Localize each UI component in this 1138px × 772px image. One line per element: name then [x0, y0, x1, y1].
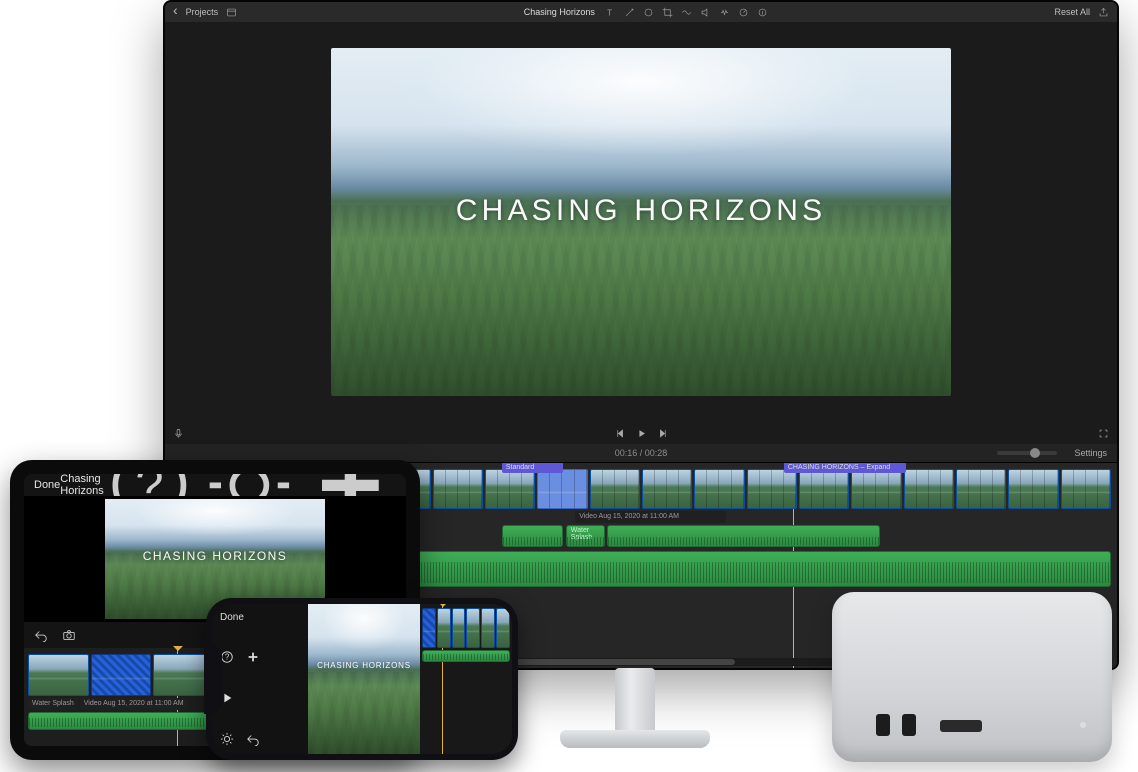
- play-icon[interactable]: [636, 428, 647, 439]
- title-clip[interactable]: Standard: [502, 462, 563, 473]
- share-icon[interactable]: [1098, 7, 1109, 18]
- audio-track: [422, 650, 510, 662]
- clip-label-row: Water SplashVideo Aug 15, 2020 at 11:00 …: [28, 698, 188, 710]
- sd-card-slot: [940, 720, 982, 732]
- noise-tool-icon[interactable]: [719, 7, 730, 18]
- title-tool-icon[interactable]: T: [605, 7, 616, 18]
- undo-icon[interactable]: [34, 628, 48, 642]
- camera-icon[interactable]: [62, 628, 76, 642]
- preview-frame[interactable]: CHASING HORIZONS: [331, 48, 951, 396]
- prev-icon[interactable]: [615, 428, 626, 439]
- project-title: Chasing Horizons: [524, 7, 595, 17]
- library-icon[interactable]: [226, 7, 237, 18]
- usb-c-port-2: [902, 714, 916, 736]
- ipad-titlebar: Done Chasing Horizons ?: [24, 474, 406, 496]
- speed-tool-icon[interactable]: [738, 7, 749, 18]
- mac-toolbar: T: [605, 7, 768, 18]
- video-clip[interactable]: [452, 608, 466, 648]
- settings-button[interactable]: Settings: [1074, 448, 1107, 458]
- iphone-viewer[interactable]: CHASING HORIZONS: [308, 604, 420, 754]
- monitor-stand: [560, 668, 710, 758]
- video-clip[interactable]: [437, 608, 451, 648]
- play-icon[interactable]: [220, 691, 234, 705]
- music-clip[interactable]: [422, 650, 510, 662]
- mac-viewer: CHASING HORIZONS: [165, 22, 1117, 422]
- done-button[interactable]: Done: [220, 612, 244, 623]
- preview-title-overlay: CHASING HORIZONS: [331, 194, 951, 228]
- video-clip[interactable]: [422, 608, 436, 648]
- wand-icon[interactable]: [624, 7, 635, 18]
- volume-tool-icon[interactable]: [700, 7, 711, 18]
- video-clip[interactable]: [496, 608, 510, 648]
- expand-icon[interactable]: [1098, 428, 1109, 439]
- help-icon[interactable]: ?: [220, 650, 234, 664]
- iphone-timeline[interactable]: [420, 604, 512, 754]
- preview-title-overlay: CHASING HORIZONS: [105, 549, 325, 563]
- iphone-left-panel: Done ?: [212, 604, 308, 754]
- audio-clip[interactable]: [607, 525, 880, 547]
- audio-clip[interactable]: [502, 525, 563, 547]
- back-projects-button[interactable]: Projects: [186, 7, 219, 17]
- power-led: [1080, 722, 1086, 728]
- clip-label: Water Splash: [28, 698, 78, 710]
- stabilize-icon[interactable]: [681, 7, 692, 18]
- zoom-slider[interactable]: [997, 451, 1057, 455]
- title-clip[interactable]: CHASING HORIZONS – Expand: [784, 462, 906, 473]
- info-tool-icon[interactable]: [757, 7, 768, 18]
- video-track: [422, 608, 510, 648]
- reset-all-button[interactable]: Reset All: [1054, 7, 1090, 17]
- plus-icon[interactable]: [246, 650, 260, 664]
- svg-text:?: ?: [225, 653, 230, 662]
- mac-studio-device: [832, 592, 1112, 762]
- imovie-iphone-window: Done ? CHASING HORIZONS: [212, 604, 512, 754]
- done-button[interactable]: Done: [34, 479, 60, 491]
- color-tool-icon[interactable]: [643, 7, 654, 18]
- audio-clip[interactable]: Water Splash: [566, 525, 605, 547]
- timecode-total: 00:28: [645, 448, 668, 458]
- mic-icon[interactable]: [173, 428, 184, 439]
- crop-tool-icon[interactable]: [662, 7, 673, 18]
- preview-landscape-image: [308, 604, 420, 754]
- clip-label: Video Aug 15, 2020 at 11:00 AM: [575, 511, 725, 523]
- timecode-current: 00:16: [615, 448, 638, 458]
- iphone-device: Done ? CHASING HORIZONS: [206, 598, 518, 760]
- svg-text:T: T: [607, 8, 612, 17]
- video-clip[interactable]: [28, 654, 89, 696]
- back-chevron-icon[interactable]: [173, 7, 178, 17]
- preview-title-overlay: CHASING HORIZONS: [308, 661, 420, 670]
- mac-transport-bar: [165, 422, 1117, 444]
- video-clip[interactable]: [481, 608, 495, 648]
- video-clip[interactable]: [466, 608, 480, 648]
- next-icon[interactable]: [657, 428, 668, 439]
- project-title: Chasing Horizons: [60, 474, 103, 497]
- mac-titlebar: Projects Chasing Horizons T Res: [165, 2, 1117, 22]
- usb-c-port-1: [876, 714, 890, 736]
- video-clip[interactable]: [91, 654, 152, 696]
- undo-icon[interactable]: [246, 732, 260, 746]
- gear-icon[interactable]: [220, 732, 234, 746]
- clip-label: Video Aug 15, 2020 at 11:00 AM: [80, 698, 188, 710]
